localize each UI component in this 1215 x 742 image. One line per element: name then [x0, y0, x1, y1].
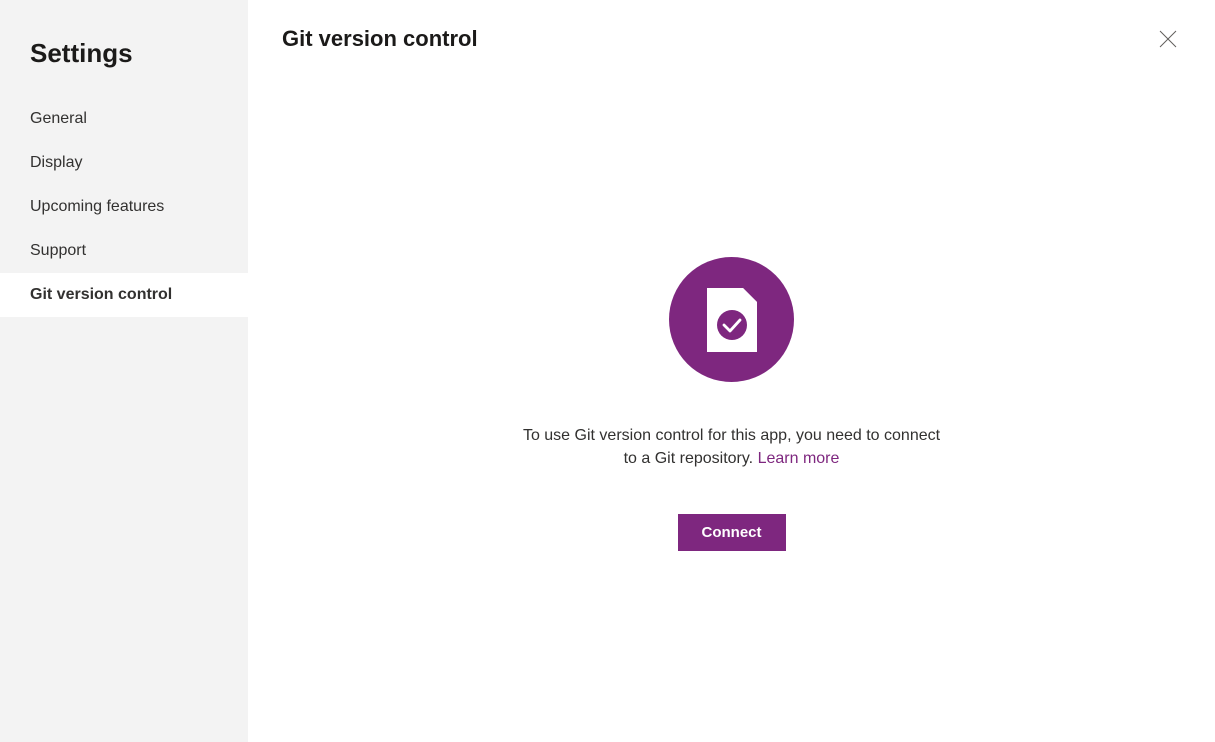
connect-button[interactable]: Connect [678, 514, 786, 551]
document-check-icon [705, 286, 759, 354]
sidebar-item-display[interactable]: Display [0, 141, 248, 185]
description-body: To use Git version control for this app,… [523, 427, 940, 467]
hero-circle [669, 257, 794, 382]
page-title: Git version control [282, 26, 478, 52]
main-panel: Git version control To use Git version c… [248, 0, 1215, 742]
sidebar-item-support[interactable]: Support [0, 229, 248, 273]
sidebar-item-git-version-control[interactable]: Git version control [0, 273, 248, 317]
sidebar-item-general[interactable]: General [0, 97, 248, 141]
settings-sidebar: Settings General Display Upcoming featur… [0, 0, 248, 742]
main-header: Git version control [282, 26, 1181, 57]
close-button[interactable] [1155, 26, 1181, 57]
learn-more-link[interactable]: Learn more [758, 450, 840, 467]
sidebar-item-upcoming-features[interactable]: Upcoming features [0, 185, 248, 229]
empty-state: To use Git version control for this app,… [282, 257, 1181, 551]
description-text: To use Git version control for this app,… [522, 424, 942, 470]
sidebar-title: Settings [0, 38, 248, 97]
close-icon [1159, 30, 1177, 48]
